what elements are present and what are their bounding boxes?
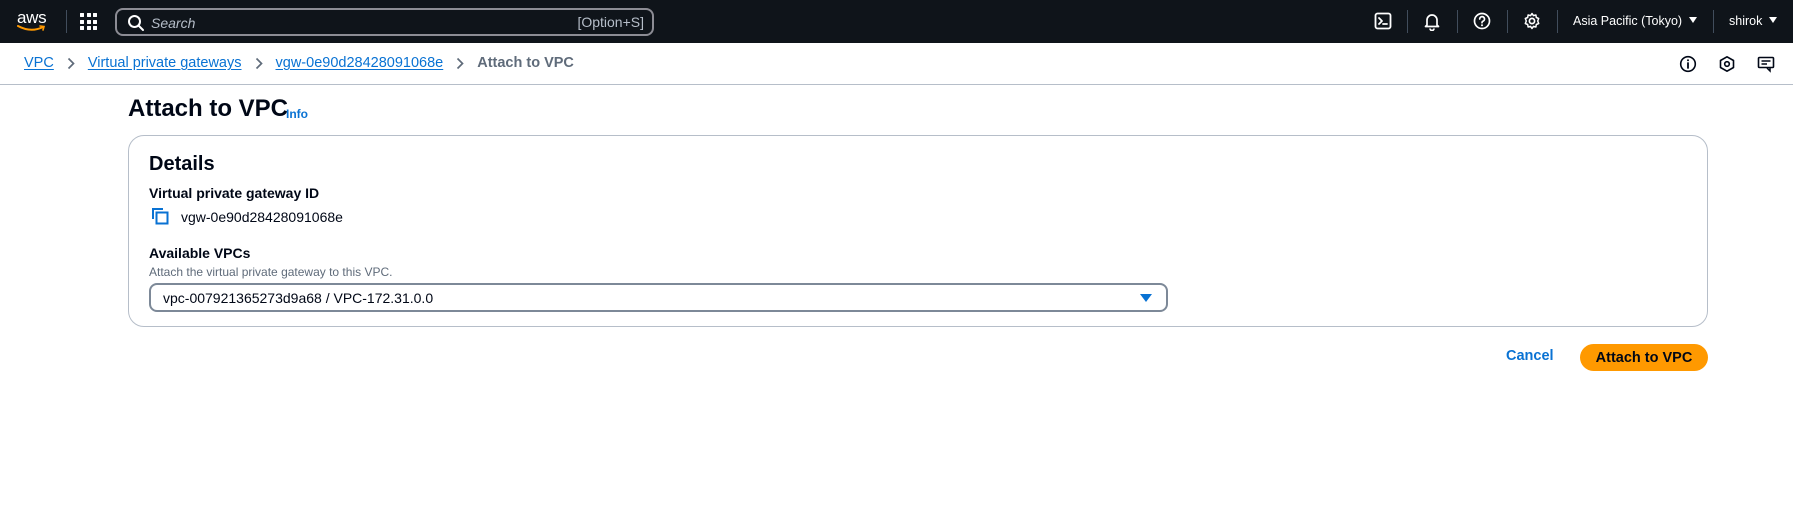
vpc-select[interactable]: vpc-007921365273d9a68 / VPC-172.31.0.0 [149,283,1168,312]
chevron-right-icon [457,57,464,69]
notifications-bell-icon[interactable] [1422,11,1442,31]
details-panel: Details Virtual private gateway ID vgw-0… [128,135,1708,327]
search-icon [128,15,144,31]
settings-gear-icon[interactable] [1522,11,1542,31]
aws-logo[interactable]: aws [17,8,49,33]
info-panel-icon[interactable] [1679,55,1697,73]
chevron-right-icon [255,57,263,69]
vpc-select-value: vpc-007921365273d9a68 / VPC-172.31.0.0 [163,290,434,306]
chevron-down-icon [1769,17,1778,23]
aws-smile-icon [17,25,46,31]
info-link[interactable]: Info [286,107,308,121]
breadcrumb: VPC Virtual private gateways vgw-0e90d28… [24,55,574,71]
user-name: shirok [1729,14,1763,28]
copy-icon[interactable] [151,207,169,225]
search-shortcut-hint: [Option+S] [577,14,644,30]
user-menu[interactable]: shirok [1729,14,1778,28]
page-title: Attach to VPC [128,95,289,122]
nav-divider [1557,10,1558,33]
region-label: Asia Pacific (Tokyo) [1573,14,1683,28]
nav-divider [1457,10,1458,33]
caret-down-icon [1140,294,1152,302]
nav-divider [66,10,67,33]
available-vpcs-label: Available VPCs [149,245,251,261]
nav-divider [1713,10,1714,33]
chevron-right-icon [67,57,75,69]
cloudshell-icon[interactable] [1373,11,1393,31]
attach-to-vpc-button[interactable]: Attach to VPC [1580,344,1708,371]
region-selector[interactable]: Asia Pacific (Tokyo) [1573,14,1698,28]
search-box[interactable]: [Option+S] [115,8,654,36]
aws-logo-text: aws [17,8,47,27]
help-icon[interactable] [1472,11,1492,31]
gateway-id-value: vgw-0e90d28428091068e [181,209,343,225]
breadcrumb-link-vpc[interactable]: VPC [24,55,54,71]
feedback-icon[interactable] [1757,55,1775,73]
available-vpcs-description: Attach the virtual private gateway to th… [149,265,393,279]
nav-divider [1407,10,1408,33]
cancel-button[interactable]: Cancel [1506,348,1554,364]
breadcrumb-link-gateway-id[interactable]: vgw-0e90d28428091068e [276,55,444,71]
top-navigation: aws [Option+S] Asia Pacifi [0,0,1793,43]
breadcrumb-link-virtual-private-gateways[interactable]: Virtual private gateways [88,55,242,71]
panel-title: Details [149,153,215,175]
services-grid-icon[interactable] [80,13,97,30]
nav-divider [1507,10,1508,33]
search-input[interactable] [151,13,551,33]
breadcrumb-current: Attach to VPC [477,55,574,71]
breadcrumb-bar: VPC Virtual private gateways vgw-0e90d28… [0,43,1793,85]
gateway-id-label: Virtual private gateway ID [149,185,320,201]
security-shield-icon[interactable] [1718,55,1736,73]
chevron-down-icon [1689,17,1698,23]
